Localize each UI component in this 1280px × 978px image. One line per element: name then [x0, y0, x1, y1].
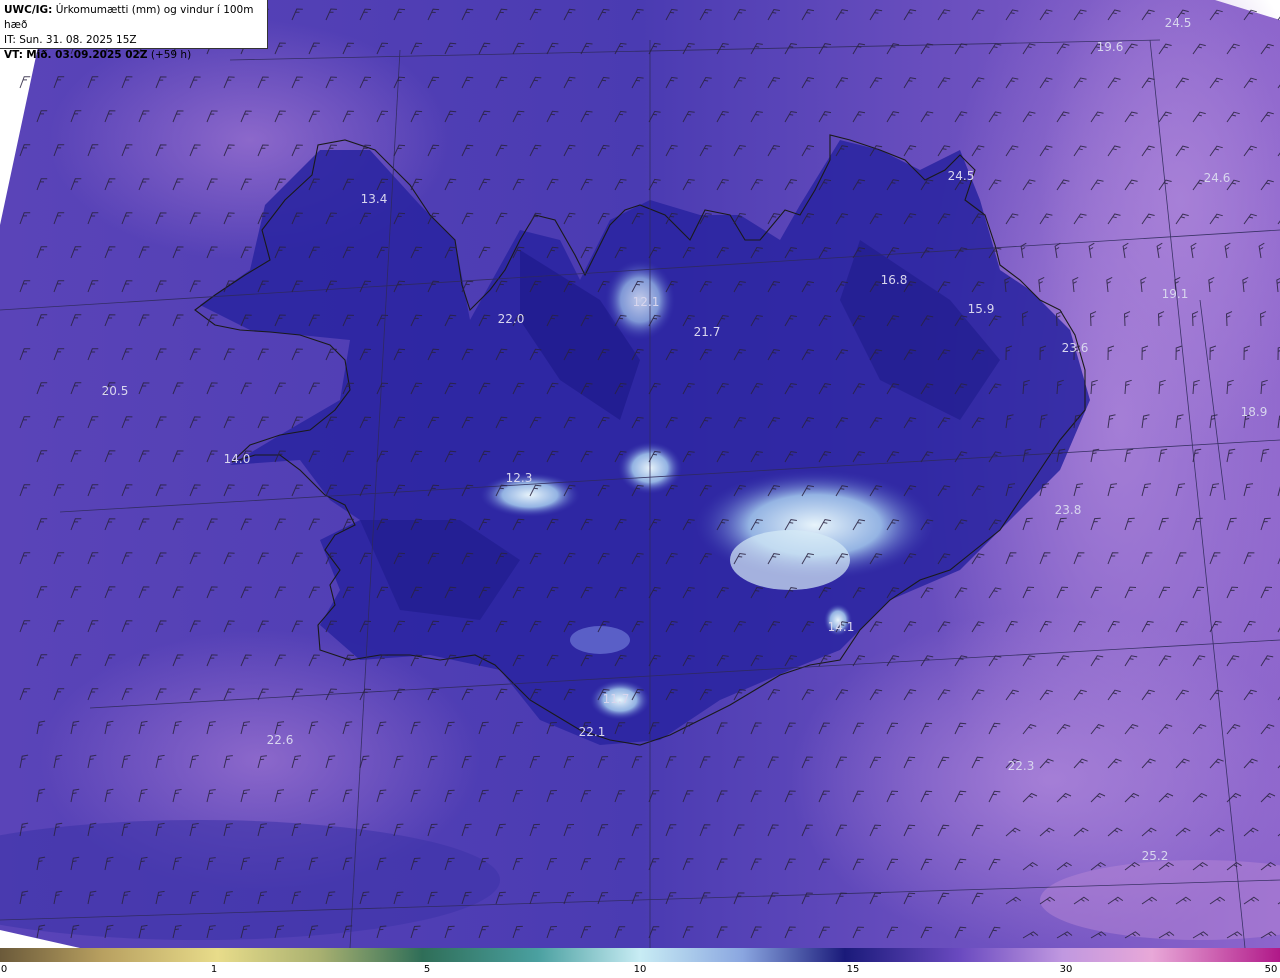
value-label: 12.3 [506, 471, 533, 485]
valid-label: VT: [4, 49, 23, 61]
value-label: 19.1 [1162, 287, 1189, 301]
value-label: 23.8 [1055, 503, 1082, 517]
value-label: 24.6 [1204, 171, 1231, 185]
colorbar-tick: 30 [1059, 964, 1073, 975]
value-label: 20.5 [102, 384, 129, 398]
value-label: 23.6 [1062, 341, 1089, 355]
value-label: 18.9 [1241, 405, 1268, 419]
value-label: 25.2 [1142, 849, 1169, 863]
value-label: 12.1 [633, 295, 660, 309]
value-label: 24.5 [1165, 16, 1192, 30]
colorbar-labels: 0 1 5 10 15 30 50 [0, 962, 1280, 978]
value-label: 11.7 [603, 692, 630, 706]
colorbar-tick: 0 [0, 964, 8, 975]
precipitable-water-map: 24.5 19.6 13.4 24.5 24.6 16.8 12.1 22.0 … [0, 0, 1280, 948]
colorbar-tick: 1 [210, 964, 218, 975]
colorbar-tick: 10 [633, 964, 647, 975]
value-label: 24.5 [948, 169, 975, 183]
model-name: UWC/IG: [4, 4, 53, 16]
value-label: 22.0 [498, 312, 525, 326]
valid-time: Mið. 03.09.2025 02Z [26, 49, 148, 61]
value-label: 22.1 [579, 725, 606, 739]
colorbar-tick: 15 [846, 964, 860, 975]
value-label: 13.4 [361, 192, 388, 206]
lead-time: (+59 h) [150, 49, 192, 61]
value-label: 21.7 [694, 325, 721, 339]
init-time: IT: Sun. 31. 08. 2025 15Z [4, 34, 137, 46]
value-label: 16.8 [881, 273, 908, 287]
map-title-box: UWC/IG: Úrkomumætti (mm) og vindur í 100… [0, 0, 268, 61]
value-label: 22.6 [267, 733, 294, 747]
value-label: 19.6 [1097, 40, 1124, 54]
value-label: 15.9 [968, 302, 995, 316]
value-label: 22.3 [1008, 759, 1035, 773]
colorbar-tick: 5 [423, 964, 431, 975]
value-label: 14.0 [224, 452, 251, 466]
valid-time-line: VT: Mið. 03.09.2025 02Z (+59 h) [4, 48, 263, 63]
value-label: 14.1 [828, 620, 855, 634]
colorbar-tick: 50 [1264, 964, 1278, 975]
title-line: UWC/IG: Úrkomumætti (mm) og vindur í 100… [4, 3, 263, 33]
colorbar [0, 948, 1280, 962]
